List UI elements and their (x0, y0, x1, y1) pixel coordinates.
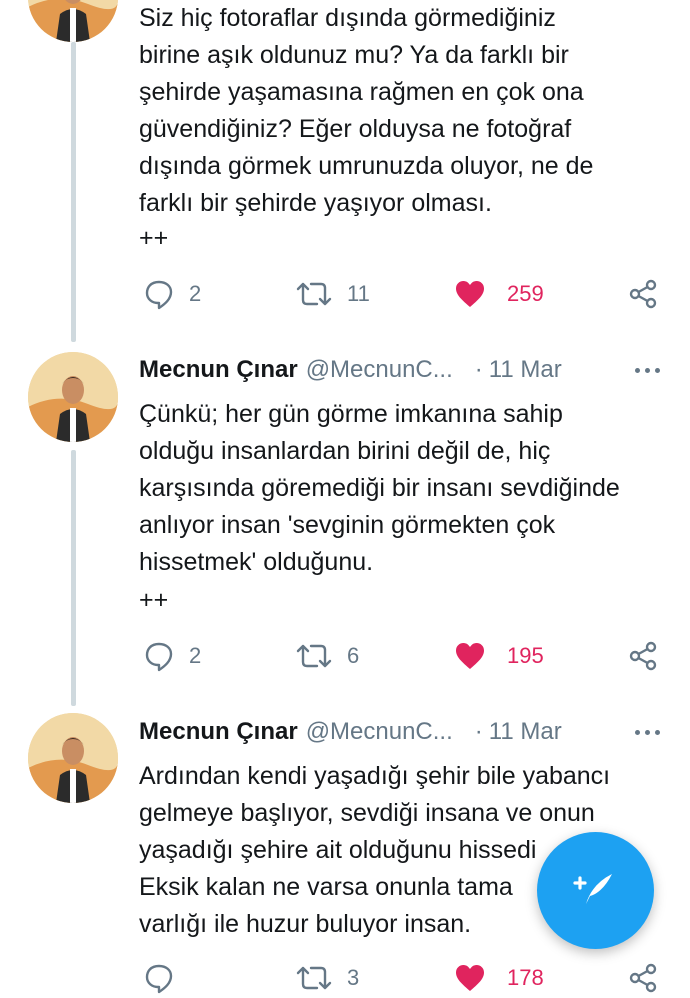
tweet-actions: 3 178 (139, 958, 660, 998)
retweet-button[interactable]: 6 (295, 636, 359, 676)
share-icon (627, 962, 659, 994)
share-icon (627, 640, 659, 672)
more-options-icon[interactable] (635, 714, 660, 750)
retweet-icon (295, 640, 333, 672)
like-count: 259 (507, 281, 544, 306)
avatar[interactable] (28, 352, 118, 442)
tweet-date: · 11 Mar (474, 718, 562, 745)
compose-tweet-button[interactable] (537, 832, 654, 949)
retweet-count: 6 (347, 643, 360, 668)
share-button[interactable] (627, 958, 659, 998)
tweet-continuation-marker: ++ (139, 586, 169, 614)
tweet-header: Mecnun Çınar @MecnunC... · 11 Mar (139, 714, 660, 750)
reply-count: 2 (189, 281, 202, 306)
tweet-date: · 11 Mar (474, 356, 562, 383)
author-name[interactable]: Mecnun Çınar (139, 356, 298, 384)
thread-line (71, 42, 76, 342)
reply-button[interactable]: 2 (143, 274, 201, 314)
share-icon (627, 278, 659, 310)
heart-icon (453, 278, 487, 310)
reply-icon (143, 962, 175, 994)
like-count: 178 (507, 965, 544, 990)
like-count: 195 (507, 643, 544, 668)
heart-icon (453, 640, 487, 672)
retweet-button[interactable]: 3 (295, 958, 359, 998)
retweet-button[interactable]: 11 (295, 274, 370, 314)
reply-button[interactable] (143, 958, 189, 998)
thread-line (71, 450, 76, 706)
reply-icon (143, 278, 175, 310)
tweet-text: Çünkü; her gün görme imkanına sahip oldu… (139, 400, 620, 576)
like-button[interactable]: 178 (453, 958, 544, 998)
avatar[interactable] (28, 713, 118, 803)
author-handle[interactable]: @MecnunC... (306, 718, 453, 746)
more-options-icon[interactable] (635, 352, 660, 388)
tweet-continuation-marker: ++ (139, 224, 169, 252)
tweet-actions: 2 6 195 (139, 636, 660, 676)
like-button[interactable]: 195 (453, 636, 544, 676)
author-handle[interactable]: @MecnunC... (306, 356, 453, 384)
share-button[interactable] (627, 636, 659, 676)
reply-count: 2 (189, 643, 202, 668)
tweet-text: Siz hiç fotoraflar dışında görmediğiniz … (139, 4, 594, 217)
tweet-actions: 2 11 259 (139, 274, 660, 314)
avatar[interactable] (28, 0, 118, 42)
tweet-header: Mecnun Çınar @MecnunC... · 11 Mar (139, 352, 660, 388)
retweet-count: 11 (347, 281, 370, 306)
retweet-count: 3 (347, 965, 360, 990)
reply-icon (143, 640, 175, 672)
compose-tweet-icon (572, 864, 620, 917)
reply-button[interactable]: 2 (143, 636, 201, 676)
heart-icon (453, 962, 487, 994)
share-button[interactable] (627, 274, 659, 314)
like-button[interactable]: 259 (453, 274, 544, 314)
author-name[interactable]: Mecnun Çınar (139, 718, 298, 746)
retweet-icon (295, 278, 333, 310)
retweet-icon (295, 962, 333, 994)
